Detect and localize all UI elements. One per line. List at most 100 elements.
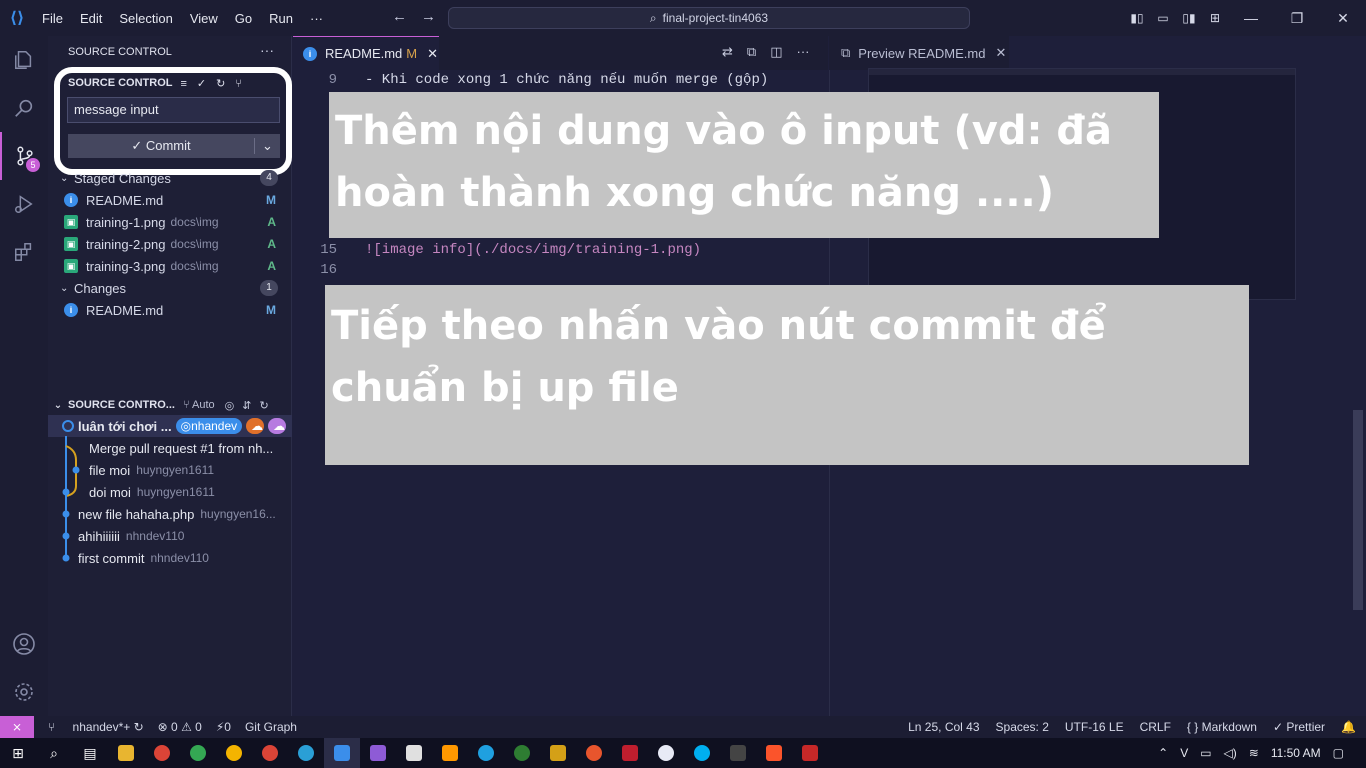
menu-go[interactable]: Go: [227, 11, 261, 26]
chevron-down-icon: ⌄: [53, 399, 63, 411]
forward-arrow-icon[interactable]: →: [421, 8, 436, 25]
wifi-icon[interactable]: ≋: [1249, 746, 1259, 760]
app-icon[interactable]: [792, 738, 828, 768]
code-line[interactable]: 15 ![image info](./docs/img/training-1.pn…: [293, 242, 828, 261]
menu-edit[interactable]: Edit: [72, 11, 111, 26]
manage-gear-icon[interactable]: [0, 668, 48, 716]
sublime-icon[interactable]: [432, 738, 468, 768]
problems-indicator[interactable]: ⊗ 0 ⚠ 0: [158, 720, 202, 734]
staged-file-row[interactable]: ▣ training-3.png docs\img A: [48, 255, 292, 277]
file-dir: docs\img: [170, 259, 219, 273]
close-tab-icon[interactable]: ✕: [995, 45, 1006, 61]
minimize-icon[interactable]: —: [1228, 10, 1274, 26]
open-preview-icon[interactable]: ⧉: [747, 44, 756, 60]
tab-readme[interactable]: i README.md M ✕: [293, 36, 439, 70]
code-line[interactable]: 9 - Khi code xong 1 chức năng nếu muốn me…: [293, 72, 828, 91]
app-icon[interactable]: [396, 738, 432, 768]
toggle-secondary-sidebar-icon[interactable]: ▯▮: [1176, 11, 1202, 25]
edge-icon[interactable]: [288, 738, 324, 768]
restore-icon[interactable]: ❐: [1274, 10, 1320, 27]
instruction-overlay-commit: Tiếp theo nhấn vào nút commit để chuẩn b…: [325, 285, 1249, 465]
app-icon[interactable]: [468, 738, 504, 768]
branch-indicator[interactable]: ⑂ nhandev*+ ↻: [48, 720, 144, 734]
changed-file-row[interactable]: i README.md M: [48, 299, 292, 321]
staged-file-row[interactable]: ▣ training-1.png docs\img A: [48, 211, 292, 233]
language-mode[interactable]: { } Markdown: [1187, 720, 1257, 734]
windows-start-icon[interactable]: ⊞: [0, 738, 36, 768]
split-editor-icon[interactable]: ◫: [770, 44, 782, 60]
command-center-label: final-project-tin4063: [662, 11, 769, 25]
end-of-line[interactable]: CRLF: [1140, 720, 1171, 734]
system-tray: ⌃ V ▭ ◁) ≋ 11:50 AM ▢: [1158, 738, 1366, 768]
app-icon[interactable]: [576, 738, 612, 768]
source-control-graph-header[interactable]: ⌄ SOURCE CONTRO... ⑂ Auto ◎⇵↻: [48, 394, 292, 416]
explorer-icon[interactable]: [0, 36, 48, 84]
toggle-panel-icon[interactable]: ▭: [1150, 11, 1176, 25]
staged-file-row[interactable]: ▣ training-2.png docs\img A: [48, 233, 292, 255]
extensions-icon[interactable]: [0, 228, 48, 276]
more-actions-icon[interactable]: ···: [797, 44, 810, 60]
instruction-overlay-input: Thêm nội dung vào ô input (vd: đã hoàn t…: [329, 92, 1159, 238]
menu-selection[interactable]: Selection: [111, 11, 181, 26]
back-arrow-icon[interactable]: ←: [392, 8, 407, 25]
menu-view[interactable]: View: [182, 11, 227, 26]
chrome-icon[interactable]: [144, 738, 180, 768]
cursor-position[interactable]: Ln 25, Col 43: [908, 720, 979, 734]
file-dir: docs\img: [170, 215, 219, 229]
skype-icon[interactable]: [684, 738, 720, 768]
code-line[interactable]: 16: [293, 262, 828, 281]
tray-app-icon[interactable]: V: [1180, 746, 1188, 760]
graph-action-icons[interactable]: ◎⇵↻: [225, 399, 277, 412]
run-debug-icon[interactable]: [0, 180, 48, 228]
chrome-icon[interactable]: [180, 738, 216, 768]
changes-header[interactable]: ⌄ Changes 1: [48, 277, 292, 299]
source-control-icon[interactable]: 5: [0, 132, 48, 180]
remote-indicator-icon[interactable]: ⨯: [0, 716, 34, 738]
visual-studio-icon[interactable]: [360, 738, 396, 768]
file-explorer-icon[interactable]: [108, 738, 144, 768]
search-view-icon[interactable]: [0, 84, 48, 132]
clock[interactable]: 11:50 AM: [1271, 746, 1321, 760]
account-icon[interactable]: [0, 620, 48, 668]
menu-more[interactable]: ···: [302, 11, 332, 26]
customize-layout-icon[interactable]: ⊞: [1202, 11, 1228, 25]
staged-file-row[interactable]: i README.md M: [48, 189, 292, 211]
scm-count-badge: 5: [26, 158, 40, 172]
notifications-bell-icon[interactable]: 🔔: [1341, 720, 1356, 734]
brave-icon[interactable]: [756, 738, 792, 768]
menu-run[interactable]: Run: [261, 11, 302, 26]
menu-file[interactable]: File: [34, 11, 72, 26]
git-graph-button[interactable]: Git Graph: [245, 720, 297, 734]
toggle-sidebar-icon[interactable]: ▮▯: [1124, 11, 1150, 25]
prettier-status[interactable]: ✓ Prettier: [1273, 720, 1325, 734]
file-status: M: [266, 193, 276, 207]
status-bar: ⨯ ⑂ nhandev*+ ↻ ⊗ 0 ⚠ 0 ⚡0 Git Graph Ln …: [0, 716, 1366, 738]
terminal-icon[interactable]: [720, 738, 756, 768]
battery-icon[interactable]: ▭: [1200, 746, 1211, 760]
chrome-icon[interactable]: [216, 738, 252, 768]
close-window-icon[interactable]: ✕: [1320, 10, 1366, 27]
app-icon[interactable]: [504, 738, 540, 768]
chevron-up-icon[interactable]: ⌃: [1158, 746, 1168, 760]
filezilla-icon[interactable]: [612, 738, 648, 768]
vertical-scrollbar[interactable]: [1353, 410, 1363, 610]
tab-preview-readme[interactable]: ⧉ Preview README.md ✕: [829, 36, 1009, 70]
command-center-search[interactable]: ⌕ final-project-tin4063: [448, 7, 970, 29]
notification-center-icon[interactable]: ▢: [1333, 746, 1344, 760]
chrome-icon[interactable]: [252, 738, 288, 768]
search-icon[interactable]: ⌕: [36, 738, 72, 768]
file-name: training-3.png: [86, 258, 166, 274]
indentation[interactable]: Spaces: 2: [996, 720, 1049, 734]
close-tab-icon[interactable]: ✕: [427, 46, 438, 62]
volume-icon[interactable]: ◁): [1224, 746, 1237, 760]
more-actions-icon[interactable]: ···: [260, 42, 274, 58]
encoding[interactable]: UTF-16 LE: [1065, 720, 1124, 734]
vscode-icon[interactable]: [324, 738, 360, 768]
task-view-icon[interactable]: ▤: [72, 738, 108, 768]
ports-indicator[interactable]: ⚡0: [216, 720, 231, 734]
staged-changes-header[interactable]: ⌄ Staged Changes 4: [48, 167, 292, 189]
snipping-tool-icon[interactable]: [540, 738, 576, 768]
compare-icon[interactable]: ⇄: [722, 44, 733, 60]
zalo-icon[interactable]: [648, 738, 684, 768]
auto-label[interactable]: ⑂ Auto: [183, 399, 215, 411]
